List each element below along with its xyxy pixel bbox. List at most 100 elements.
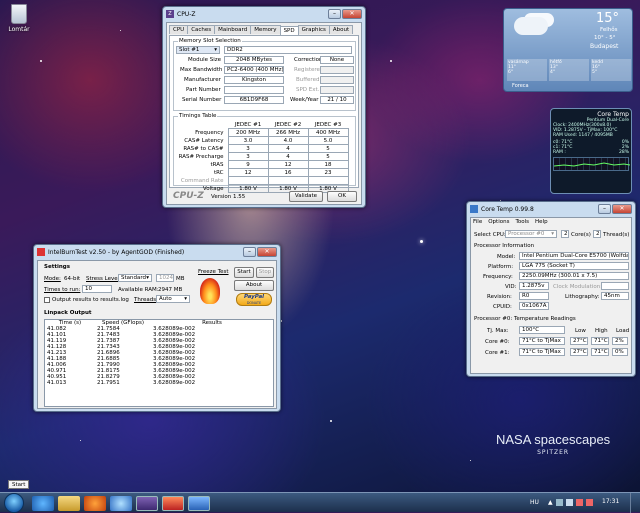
taskbar: HU ▲ 17:31 (0, 492, 640, 513)
weather-gadget[interactable]: 15° Felhős 10° - 5° Budapest vasárnap 11… (503, 8, 633, 92)
show-desktop-button[interactable] (630, 493, 640, 513)
timing-value: 12 (267, 160, 309, 169)
menu-help[interactable]: Help (535, 219, 548, 225)
gadget-ram-label: RAM : (553, 150, 566, 155)
clock-mod-value (601, 282, 629, 290)
menu-file[interactable]: File (473, 219, 482, 225)
tab-graphics[interactable]: Graphics (297, 25, 330, 34)
chevron-down-icon: ▾ (551, 231, 554, 237)
close-button[interactable]: ✕ (342, 9, 362, 19)
ibt-app-icon (37, 248, 45, 256)
core0-high: 71°C (591, 337, 609, 345)
close-button[interactable]: ✕ (257, 247, 277, 257)
timing-row: Frequency 200 MHz 266 MHz 400 MHz (176, 128, 349, 137)
timing-value (227, 176, 269, 185)
recycle-bin-shortcut[interactable]: Lomtár (4, 4, 34, 42)
times-field[interactable]: 10 (82, 285, 112, 293)
forecast-day: hétfő 13° 4° (549, 59, 589, 81)
buffered-label: Buffered (296, 77, 320, 83)
output-checkbox[interactable] (44, 297, 50, 303)
timing-label: Frequency (195, 129, 224, 136)
tab-memory[interactable]: Memory (250, 25, 281, 34)
tray-arrow-icon[interactable]: ▲ (548, 499, 553, 506)
menu-tools[interactable]: Tools (515, 219, 529, 225)
timing-value: 200 MHz (227, 128, 269, 137)
core1-value: 71°C to TjMax (519, 348, 565, 356)
coretemp-gadget[interactable]: Core Temp Pentium Dual-Core Clock: 2400M… (550, 108, 632, 194)
slot-select[interactable]: Slot #1 ▾ (176, 46, 220, 54)
wallpaper-brand: NASA spacescapes SPITZER (496, 432, 610, 456)
start-button[interactable] (4, 493, 24, 513)
threads-select[interactable]: Auto ▾ (156, 295, 190, 303)
coretemp-titlebar[interactable]: Core Temp 0.99.8 – ✕ (467, 202, 635, 216)
proc-info-label: Processor Information (474, 243, 535, 249)
forecast-day: kedd 16° 5° (591, 59, 631, 81)
taskbar-media-icon[interactable] (110, 496, 132, 511)
minimize-button[interactable]: – (598, 204, 611, 214)
timing-value: 3 (227, 152, 269, 161)
about-button[interactable]: About (234, 280, 274, 291)
serial-number-value: 6B1D9F68 (224, 96, 284, 104)
max-bandwidth-value: PC2-6400 (400 MHz) (224, 66, 284, 74)
tab-about[interactable]: About (328, 25, 354, 34)
settings-label: Settings (44, 264, 70, 270)
module-size-label: Module Size (188, 57, 222, 63)
tab-mainboard[interactable]: Mainboard (214, 25, 252, 34)
frequency-label: Frequency: (483, 274, 513, 280)
linpack-output[interactable]: Time (s) Speed (GFlops) Results 41.082 21… (44, 319, 274, 407)
timings-table: JEDEC #1 JEDEC #2 JEDEC #3 Frequency 200 … (176, 122, 349, 193)
chevron-down-icon: ▾ (184, 296, 187, 302)
minimize-button[interactable]: – (243, 247, 256, 257)
cpuz-titlebar[interactable]: Z CPU-Z – ✕ (163, 7, 365, 21)
forecast-day-low: 5° (592, 70, 598, 75)
taskbar-ibt-icon[interactable] (162, 496, 184, 511)
revision-label: Revision: (487, 294, 512, 300)
manufacturer-label: Manufacturer (184, 77, 221, 83)
timing-label: RAS# Precharge (178, 153, 224, 160)
timing-row: tRC 12 16 23 (176, 168, 349, 177)
threads-count: 2 (593, 230, 601, 238)
tab-spd[interactable]: SPD (279, 26, 299, 35)
coretemp-window[interactable]: Core Temp 0.99.8 – ✕ File Options Tools … (466, 201, 636, 377)
start-button[interactable]: Start (234, 267, 254, 278)
cpuz-window[interactable]: Z CPU-Z – ✕ CPU Caches Mainboard Memory SPD G… (162, 6, 366, 208)
select-cpu-dropdown[interactable]: Processor #0 ▾ (505, 230, 557, 238)
stress-select[interactable]: Standard ▾ (118, 274, 152, 282)
chevron-down-icon: ▾ (146, 275, 149, 281)
stop-button[interactable]: Stop (256, 267, 274, 278)
taskbar-ie-icon[interactable] (32, 496, 54, 511)
tray-volume-icon[interactable] (565, 499, 573, 506)
tray-clock[interactable]: 17:31 (602, 498, 619, 505)
avail-label: Available RAM: (118, 287, 159, 293)
taskbar-cpuz-icon[interactable] (136, 496, 158, 511)
menu-options[interactable]: Options (488, 219, 509, 225)
tray-temp-icon[interactable] (575, 499, 583, 506)
tray-network-icon[interactable] (555, 499, 563, 506)
col-load: Load (616, 328, 630, 334)
close-button[interactable]: ✕ (612, 204, 632, 214)
cpuz-version: Version 1.55 (211, 194, 246, 200)
ibt-titlebar[interactable]: IntelBurnTest v2.50 - by AgentGOD (Finis… (34, 245, 280, 259)
ibt-window[interactable]: IntelBurnTest v2.50 - by AgentGOD (Finis… (33, 244, 281, 412)
taskbar-explorer-icon[interactable] (58, 496, 80, 511)
stress-mb-field[interactable]: 1024 (156, 274, 174, 282)
tab-caches[interactable]: Caches (187, 25, 216, 34)
minimize-button[interactable]: – (328, 9, 341, 19)
timing-value: 9 (227, 160, 269, 169)
validate-button[interactable]: Validate (289, 191, 323, 202)
core1-label: Core #1: (485, 350, 510, 356)
taskbar-firefox-icon[interactable] (84, 496, 106, 511)
mb-label: MB (176, 276, 185, 282)
tray-language[interactable]: HU (530, 499, 539, 506)
weather-source[interactable]: Foreca (512, 83, 529, 89)
tray-temp-icon[interactable] (585, 499, 593, 506)
registered-label: Registered (294, 67, 324, 73)
part-number-label: Part Number (186, 87, 221, 93)
tab-cpu[interactable]: CPU (169, 25, 189, 34)
cloud-icon (514, 17, 548, 35)
taskbar-coretemp-icon[interactable] (188, 496, 210, 511)
paypal-donate-button[interactable]: PayPal DONATE (236, 293, 272, 306)
timing-label: Command Rate (180, 177, 224, 184)
ok-button[interactable]: OK (327, 191, 357, 202)
times-label: Times to run: (44, 287, 81, 293)
